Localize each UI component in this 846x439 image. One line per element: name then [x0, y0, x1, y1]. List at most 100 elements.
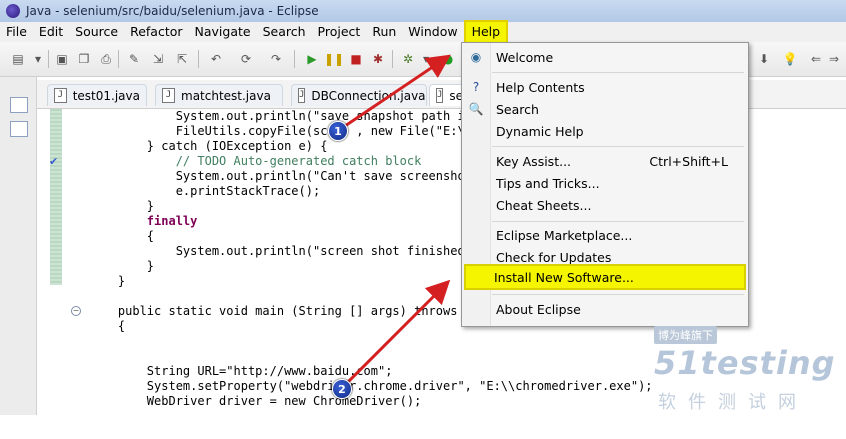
menu-item-label: Dynamic Help — [496, 123, 584, 139]
package-explorer-icon[interactable] — [10, 121, 28, 137]
menu-item-label: Search — [496, 101, 539, 117]
java-file-icon: J — [54, 88, 67, 103]
menu-item-check-updates[interactable]: Check for Updates — [490, 246, 746, 268]
menu-separator — [492, 72, 744, 73]
menu-item-marketplace[interactable]: Eclipse Marketplace... — [490, 224, 746, 246]
menu-item-label: About Eclipse — [496, 301, 581, 317]
watermark: 博为峰旗下 51testing 软件测试网 — [654, 326, 836, 413]
menu-item-key-assist[interactable]: Key Assist... Ctrl+Shift+L — [490, 150, 746, 172]
code-line: { — [89, 229, 155, 243]
scope-indicator — [50, 109, 62, 285]
menu-edit[interactable]: Edit — [33, 22, 69, 42]
code-line: } — [89, 199, 155, 213]
code-line: System.out.println("Can't save screensho… — [89, 169, 480, 183]
tab-label: matchtest.java — [181, 88, 271, 103]
prev-annotation-icon[interactable]: ⇱ — [174, 51, 190, 67]
code-line: } — [89, 259, 155, 273]
eclipse-logo-icon — [6, 4, 20, 18]
toolbar-separator — [198, 50, 199, 68]
code-line: String URL="http://www.baidu.com"; — [89, 364, 393, 378]
menu-search[interactable]: Search — [257, 22, 312, 42]
menu-item-label: Welcome — [496, 49, 554, 65]
tab-matchtest[interactable]: J matchtest.java — [155, 84, 283, 106]
nav-back-icon[interactable]: ⇐ — [808, 51, 824, 67]
suspend-icon[interactable]: ❚❚ — [324, 51, 344, 67]
menu-item-help-contents[interactable]: Help Contents — [490, 76, 746, 98]
menu-item-label: Help Contents — [496, 79, 585, 95]
tab-dbconnection[interactable]: J DBConnection.java — [291, 84, 427, 106]
watermark-brand: 51testing — [654, 344, 836, 382]
code-line: finally — [89, 214, 198, 228]
toolbar-separator — [294, 50, 295, 68]
code-line: WebDriver driver = new ChromeDriver(); — [89, 394, 422, 408]
menu-item-welcome[interactable]: Welcome — [490, 46, 746, 68]
pin-icon[interactable]: ⬇ — [756, 51, 772, 67]
toggle-mark-icon[interactable]: ✎ — [126, 51, 142, 67]
dropdown-arrow-icon[interactable]: ▾ — [418, 51, 434, 67]
menu-item-label: Eclipse Marketplace... — [496, 227, 633, 243]
run-icon[interactable]: ● — [440, 51, 456, 67]
left-trim-stack — [0, 77, 37, 415]
new-icon[interactable]: ▤ — [10, 51, 26, 67]
java-file-icon: J — [162, 88, 175, 103]
refresh-icon[interactable]: ⟳ — [238, 51, 254, 67]
watermark-cn-text: 软件测试网 — [658, 392, 808, 413]
code-line: FileUtils.copyFile(scrF , new File("E:\\ — [89, 124, 472, 138]
code-line: System.out.println("save snapshot path i… — [89, 109, 480, 123]
fold-toggle-icon[interactable]: − — [71, 306, 81, 316]
menu-item-cheat-sheets[interactable]: Cheat Sheets... — [490, 194, 746, 216]
step-badge-1: 1 — [328, 121, 348, 141]
menu-item-label: Check for Updates — [496, 249, 612, 265]
menu-project[interactable]: Project — [312, 22, 367, 42]
menu-item-search[interactable]: Search — [490, 98, 746, 120]
menu-item-label: Install New Software... — [494, 269, 634, 285]
tab-label: DBConnection.java — [311, 88, 426, 103]
menu-item-about[interactable]: About Eclipse — [490, 298, 746, 320]
menu-window[interactable]: Window — [402, 22, 463, 42]
menu-item-label: Cheat Sheets... — [496, 197, 592, 213]
menu-run[interactable]: Run — [366, 22, 402, 42]
menu-item-install-new-software[interactable]: Install New Software... — [464, 264, 746, 290]
save-icon[interactable]: ▣ — [54, 51, 70, 67]
menu-bar: File Edit Source Refactor Navigate Searc… — [0, 20, 846, 44]
disconnect-icon[interactable]: ✱ — [370, 51, 386, 67]
tab-label: test01.java — [72, 88, 140, 103]
resume-icon[interactable]: ▶ — [304, 51, 320, 67]
menu-refactor[interactable]: Refactor — [124, 22, 188, 42]
editor-gutter: ✔ — [37, 109, 64, 415]
tab-test01[interactable]: J test01.java — [47, 84, 147, 106]
menu-separator — [492, 146, 744, 147]
code-line: { — [89, 319, 126, 333]
light-icon[interactable]: 💡 — [782, 51, 798, 67]
menu-file[interactable]: File — [0, 22, 33, 42]
search-icon: 🔍 — [468, 102, 484, 116]
nav-forward-icon[interactable]: ⇒ — [826, 51, 842, 67]
code-line: // TODO Auto-generated catch block — [89, 154, 422, 168]
debug-icon[interactable]: ✲ — [400, 51, 416, 67]
menu-item-label: Tips and Tricks... — [496, 175, 600, 191]
forward-icon[interactable]: ↷ — [268, 51, 284, 67]
code-line: public static void main (String [] args)… — [89, 304, 480, 318]
menu-item-dynamic-help[interactable]: Dynamic Help — [490, 120, 746, 142]
menu-separator — [492, 294, 744, 295]
terminate-icon[interactable]: ■ — [348, 51, 364, 67]
menu-help[interactable]: Help — [463, 20, 509, 44]
menu-source[interactable]: Source — [69, 22, 124, 42]
print-icon[interactable]: ⎙ — [98, 51, 114, 67]
task-checkmark-icon: ✔ — [49, 155, 59, 168]
java-file-icon: J — [436, 88, 444, 103]
step-badge-2: 2 — [332, 379, 352, 399]
shortcut-label: Ctrl+Shift+L — [649, 153, 728, 169]
restore-icon[interactable] — [10, 97, 28, 113]
menu-separator — [492, 221, 744, 222]
title-bar: Java - selenium/src/baidu/selenium.java … — [0, 0, 846, 22]
menu-navigate[interactable]: Navigate — [189, 22, 257, 42]
watermark-top-text: 博为峰旗下 — [654, 326, 717, 344]
code-line: System.setProperty("webdriver.chrome.dri… — [89, 379, 653, 393]
dropdown-arrow-icon[interactable]: ▾ — [30, 51, 46, 67]
back-icon[interactable]: ↶ — [208, 51, 224, 67]
welcome-icon: ◉ — [470, 50, 482, 64]
save-all-icon[interactable]: ❐ — [76, 51, 92, 67]
next-annotation-icon[interactable]: ⇲ — [150, 51, 166, 67]
menu-item-tips-tricks[interactable]: Tips and Tricks... — [490, 172, 746, 194]
